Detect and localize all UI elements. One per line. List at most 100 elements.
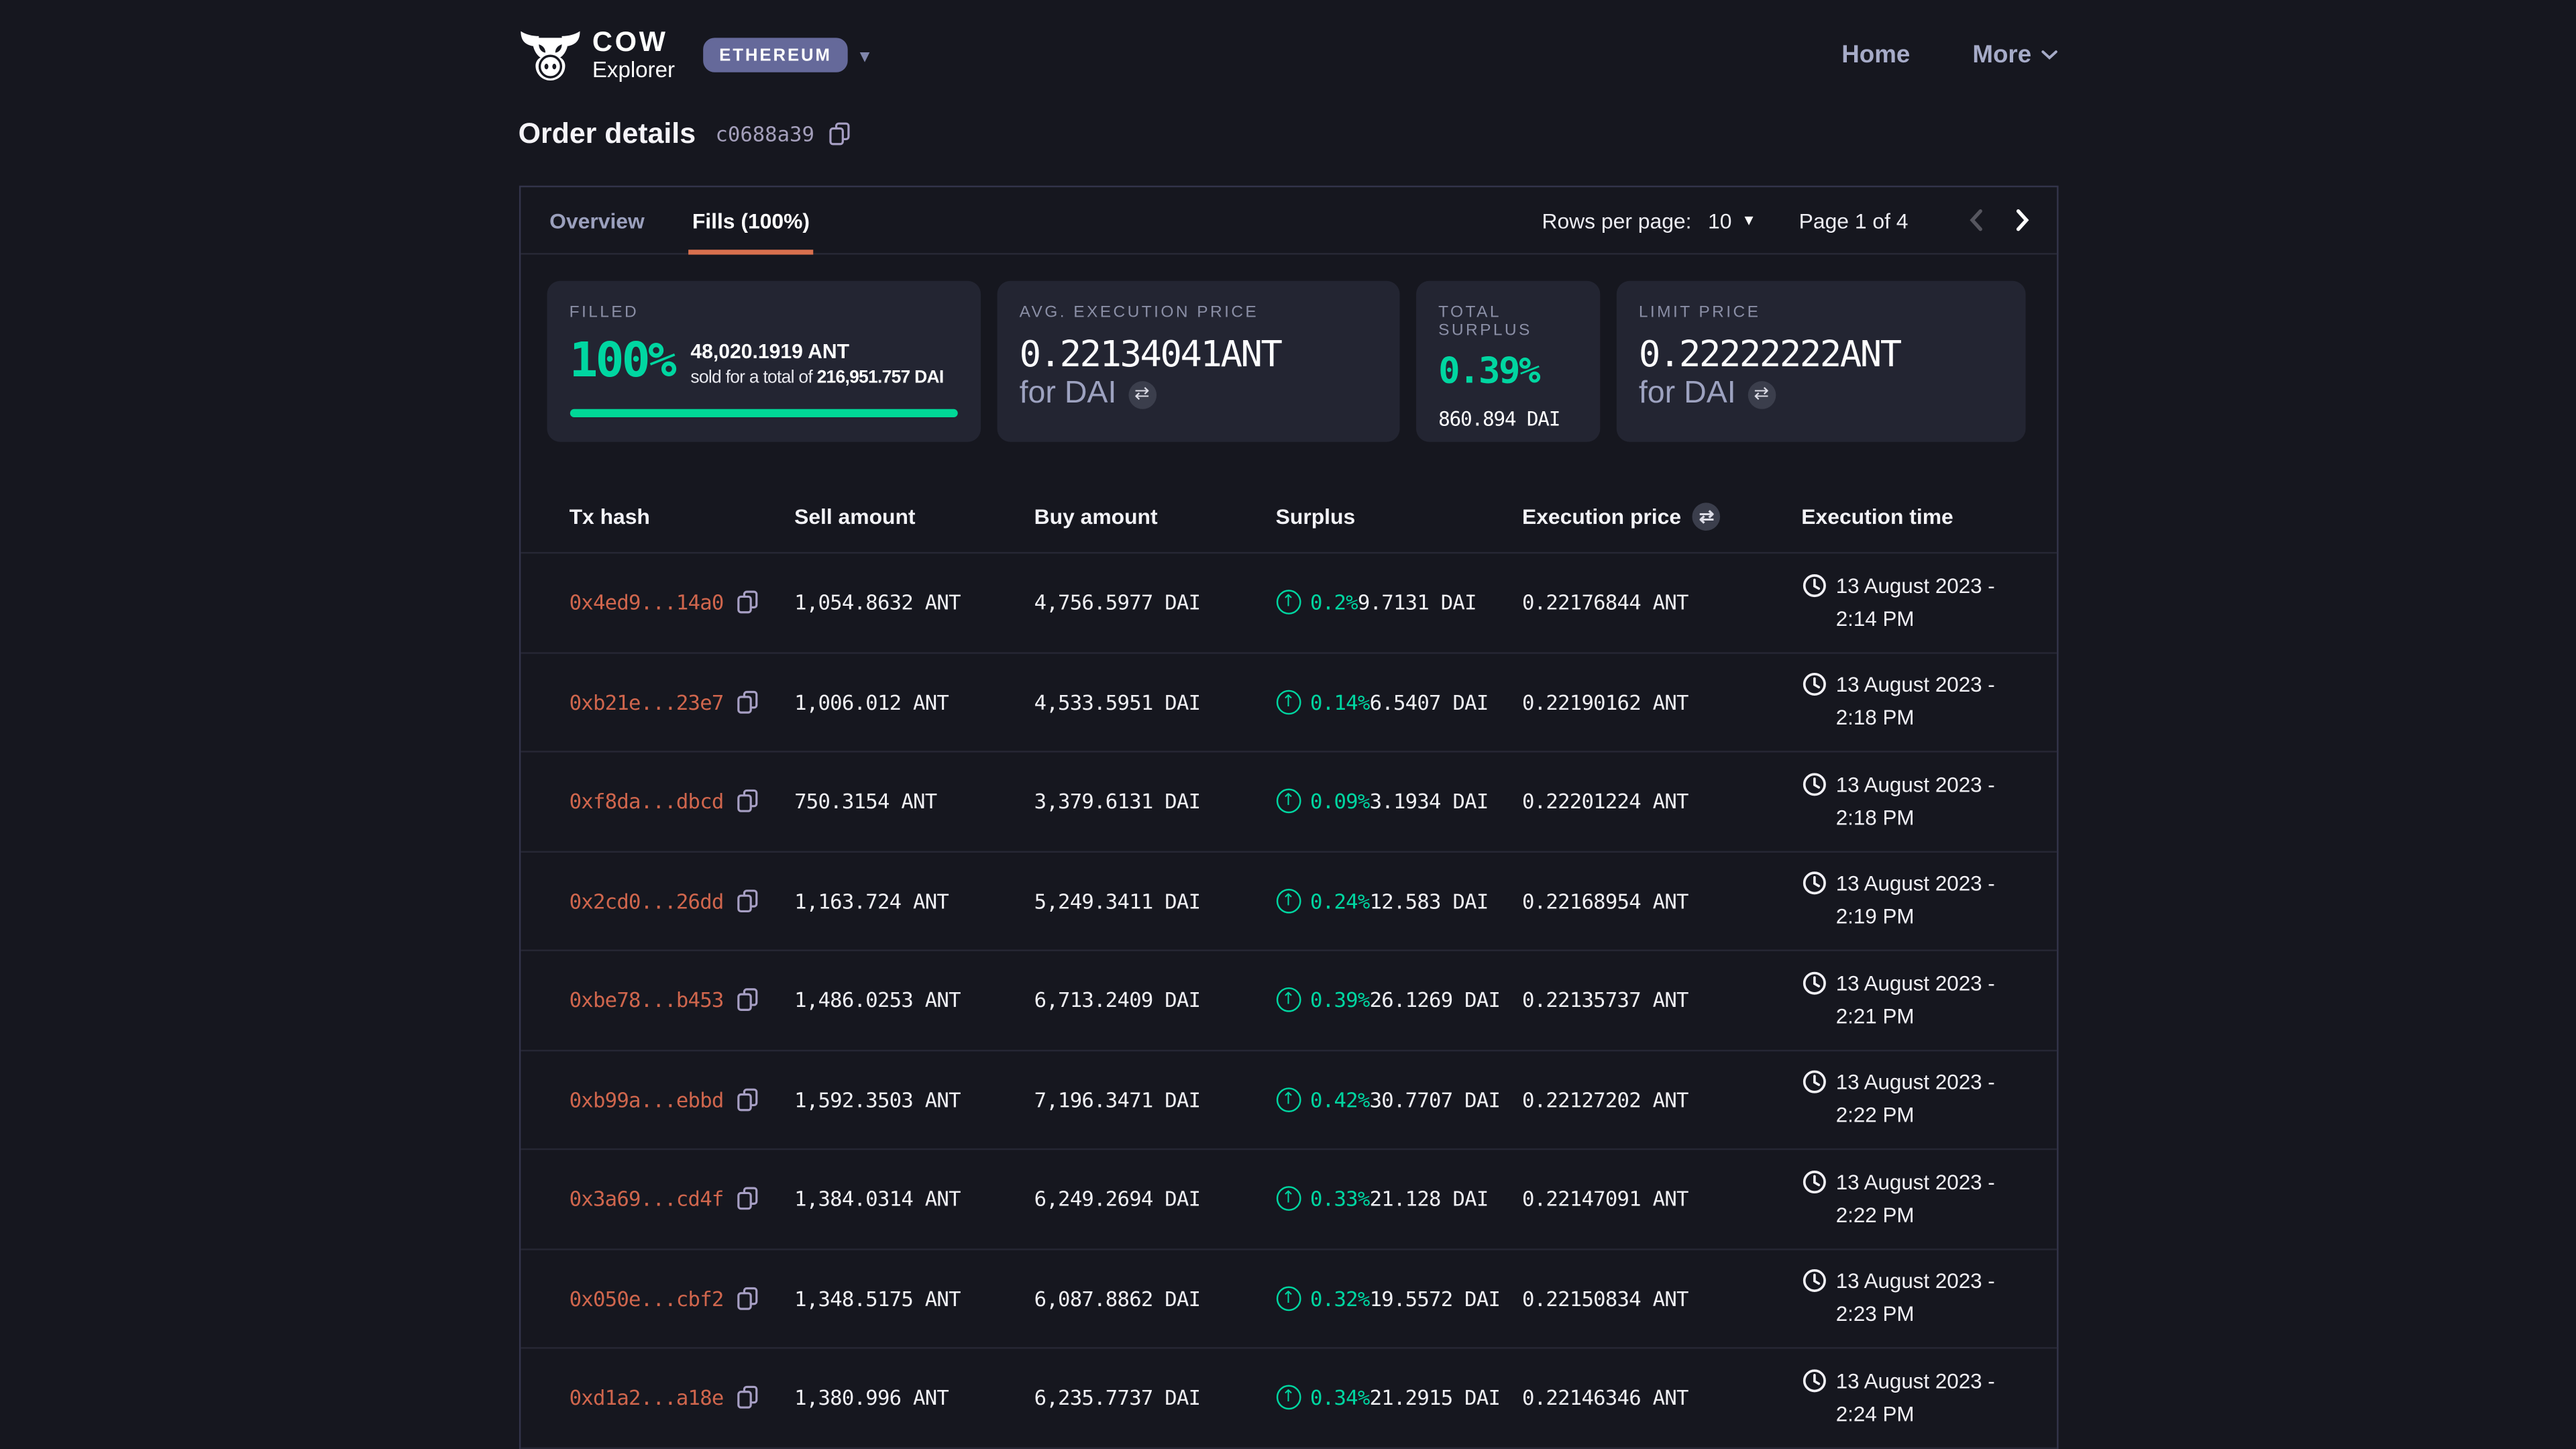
sell-amount: 1,384.0314 ANT xyxy=(794,1187,1034,1212)
nav-home[interactable]: Home xyxy=(1841,41,1910,69)
surplus-up-icon: ↑ xyxy=(1276,590,1301,615)
surplus-cell: ↑ 0.34% 21.2915 DAI xyxy=(1276,1385,1522,1410)
filled-percent: 100% xyxy=(570,337,674,384)
buy-amount: 6,249.2694 DAI xyxy=(1034,1187,1276,1212)
execution-time-text: 13 August 2023 - 2:14 PM xyxy=(1836,570,2030,635)
execution-time-text: 13 August 2023 - 2:24 PM xyxy=(1836,1365,2030,1430)
invert-price-icon[interactable]: ⇄ xyxy=(1693,502,1721,531)
swap-icon[interactable]: ⇄ xyxy=(1748,380,1776,409)
execution-price: 0.22176844 ANT xyxy=(1522,590,1801,615)
page-indicator: Page 1 of 4 xyxy=(1799,208,1909,233)
title-row: Order details c0688a39 xyxy=(519,117,2058,151)
page-title: Order details xyxy=(519,117,696,151)
table-row: 0x050e...cbf2 1,348.5175 ANT 6,087.8862 … xyxy=(520,1248,2056,1347)
logo-subtitle: Explorer xyxy=(592,60,675,82)
tx-hash-link[interactable]: 0xd1a2...a18e xyxy=(570,1385,724,1410)
copy-tx-hash-icon[interactable] xyxy=(737,1087,759,1112)
execution-time-text: 13 August 2023 - 2:21 PM xyxy=(1836,967,2030,1032)
surplus-amount: 30.7707 DAI xyxy=(1370,1087,1501,1112)
surplus-percent: 0.14% xyxy=(1310,690,1370,714)
logo-title: COW xyxy=(592,28,675,56)
execution-price: 0.22146346 ANT xyxy=(1522,1385,1801,1410)
copy-tx-hash-icon[interactable] xyxy=(737,888,759,913)
rows-per-page-select[interactable]: 10 ▼ xyxy=(1708,208,1756,233)
surplus-cell: ↑ 0.14% 6.5407 DAI xyxy=(1276,690,1522,714)
tx-hash-link[interactable]: 0x3a69...cd4f xyxy=(570,1187,724,1212)
copy-tx-hash-icon[interactable] xyxy=(737,987,759,1012)
clock-icon xyxy=(1801,1269,1826,1294)
tx-hash-link[interactable]: 0x2cd0...26dd xyxy=(570,888,724,913)
execution-time-text: 13 August 2023 - 2:19 PM xyxy=(1836,868,2030,933)
tx-hash-link[interactable]: 0xb21e...23e7 xyxy=(570,690,724,714)
execution-time-text: 13 August 2023 - 2:18 PM xyxy=(1836,769,2030,834)
table-row: 0x4ed9...14a0 1,054.8632 ANT 4,756.5977 … xyxy=(520,552,2056,651)
surplus-cell: ↑ 0.24% 12.583 DAI xyxy=(1276,888,1522,913)
execution-price: 0.22168954 ANT xyxy=(1522,888,1801,913)
limit-price-card: LIMIT PRICE 0.22222222ANT for DAI ⇄ xyxy=(1616,281,2025,442)
clock-icon xyxy=(1801,1368,1826,1393)
copy-tx-hash-icon[interactable] xyxy=(737,1286,759,1311)
copy-order-id-icon[interactable] xyxy=(828,121,851,146)
surplus-cell: ↑ 0.2% 9.7131 DAI xyxy=(1276,590,1522,615)
filled-card: FILLED 100% 48,020.1919 ANT sold for a t… xyxy=(546,281,980,442)
tx-hash-link[interactable]: 0xf8da...dbcd xyxy=(570,789,724,814)
copy-tx-hash-icon[interactable] xyxy=(737,690,759,714)
table-header: Tx hash Sell amount Buy amount Surplus E… xyxy=(520,468,2056,552)
tx-hash-link[interactable]: 0xbe78...b453 xyxy=(570,987,724,1012)
surplus-up-icon: ↑ xyxy=(1276,1087,1301,1112)
execution-time: 13 August 2023 - 2:22 PM xyxy=(1801,1067,2029,1132)
tx-hash-link[interactable]: 0x4ed9...14a0 xyxy=(570,590,724,615)
tx-hash-link[interactable]: 0xb99a...ebbd xyxy=(570,1087,724,1112)
nav-home-label: Home xyxy=(1841,41,1910,69)
clock-icon xyxy=(1801,971,1826,996)
clock-icon xyxy=(1801,1070,1826,1095)
sell-amount: 1,380.996 ANT xyxy=(794,1385,1034,1410)
total-surplus-percent: 0.39% xyxy=(1438,352,1576,392)
swap-icon[interactable]: ⇄ xyxy=(1128,380,1157,409)
surplus-amount: 21.128 DAI xyxy=(1370,1187,1489,1212)
col-buy-amount: Buy amount xyxy=(1034,504,1276,529)
nav-more[interactable]: More xyxy=(1972,41,2057,69)
buy-amount: 6,087.8862 DAI xyxy=(1034,1286,1276,1311)
execution-price: 0.22127202 ANT xyxy=(1522,1087,1801,1112)
tab-fills[interactable]: Fills (100%) xyxy=(689,186,813,254)
copy-tx-hash-icon[interactable] xyxy=(737,789,759,814)
surplus-cell: ↑ 0.42% 30.7707 DAI xyxy=(1276,1087,1522,1112)
network-badge[interactable]: ETHEREUM xyxy=(703,38,849,72)
execution-time: 13 August 2023 - 2:18 PM xyxy=(1801,769,2029,834)
network-caret-down-icon[interactable]: ▾ xyxy=(860,44,870,66)
total-surplus-card: TOTAL SURPLUS 0.39% 860.894 DAI xyxy=(1415,281,1599,442)
buy-amount: 5,249.3411 DAI xyxy=(1034,888,1276,913)
avg-execution-price-unit: for DAI xyxy=(1020,377,1117,413)
surplus-amount: 19.5572 DAI xyxy=(1370,1286,1501,1311)
copy-tx-hash-icon[interactable] xyxy=(737,1187,759,1212)
surplus-percent: 0.24% xyxy=(1310,888,1370,913)
table-body: 0x4ed9...14a0 1,054.8632 ANT 4,756.5977 … xyxy=(520,552,2056,1446)
avg-execution-price-value: 0.22134041ANT xyxy=(1020,335,1376,377)
col-execution-price-label: Execution price xyxy=(1522,504,1681,529)
clock-icon xyxy=(1801,772,1826,797)
execution-price: 0.22190162 ANT xyxy=(1522,690,1801,714)
col-tx-hash: Tx hash xyxy=(570,504,795,529)
table-row: 0xb99a...ebbd 1,592.3503 ANT 7,196.3471 … xyxy=(520,1049,2056,1148)
tab-overview[interactable]: Overview xyxy=(546,186,647,254)
copy-tx-hash-icon[interactable] xyxy=(737,1385,759,1410)
surplus-percent: 0.09% xyxy=(1310,789,1370,814)
surplus-amount: 9.7131 DAI xyxy=(1358,590,1477,615)
surplus-up-icon: ↑ xyxy=(1276,987,1301,1012)
limit-price-value: 0.22222222ANT xyxy=(1639,335,2002,377)
logo-text: COW Explorer xyxy=(592,28,675,82)
surplus-up-icon: ↑ xyxy=(1276,1385,1301,1410)
copy-tx-hash-icon[interactable] xyxy=(737,590,759,615)
tx-hash-link[interactable]: 0x050e...cbf2 xyxy=(570,1286,724,1311)
surplus-up-icon: ↑ xyxy=(1276,1286,1301,1311)
prev-page-button[interactable] xyxy=(1964,207,1987,233)
clock-icon xyxy=(1801,871,1826,896)
table-row: 0xb21e...23e7 1,006.012 ANT 4,533.5951 D… xyxy=(520,651,2056,751)
filled-progress-bar xyxy=(570,409,957,417)
next-page-button[interactable] xyxy=(2010,207,2033,233)
order-id: c0688a39 xyxy=(715,121,814,146)
cow-explorer-logo[interactable]: COW Explorer xyxy=(519,28,675,82)
sell-amount: 1,006.012 ANT xyxy=(794,690,1034,714)
surplus-up-icon: ↑ xyxy=(1276,1187,1301,1212)
